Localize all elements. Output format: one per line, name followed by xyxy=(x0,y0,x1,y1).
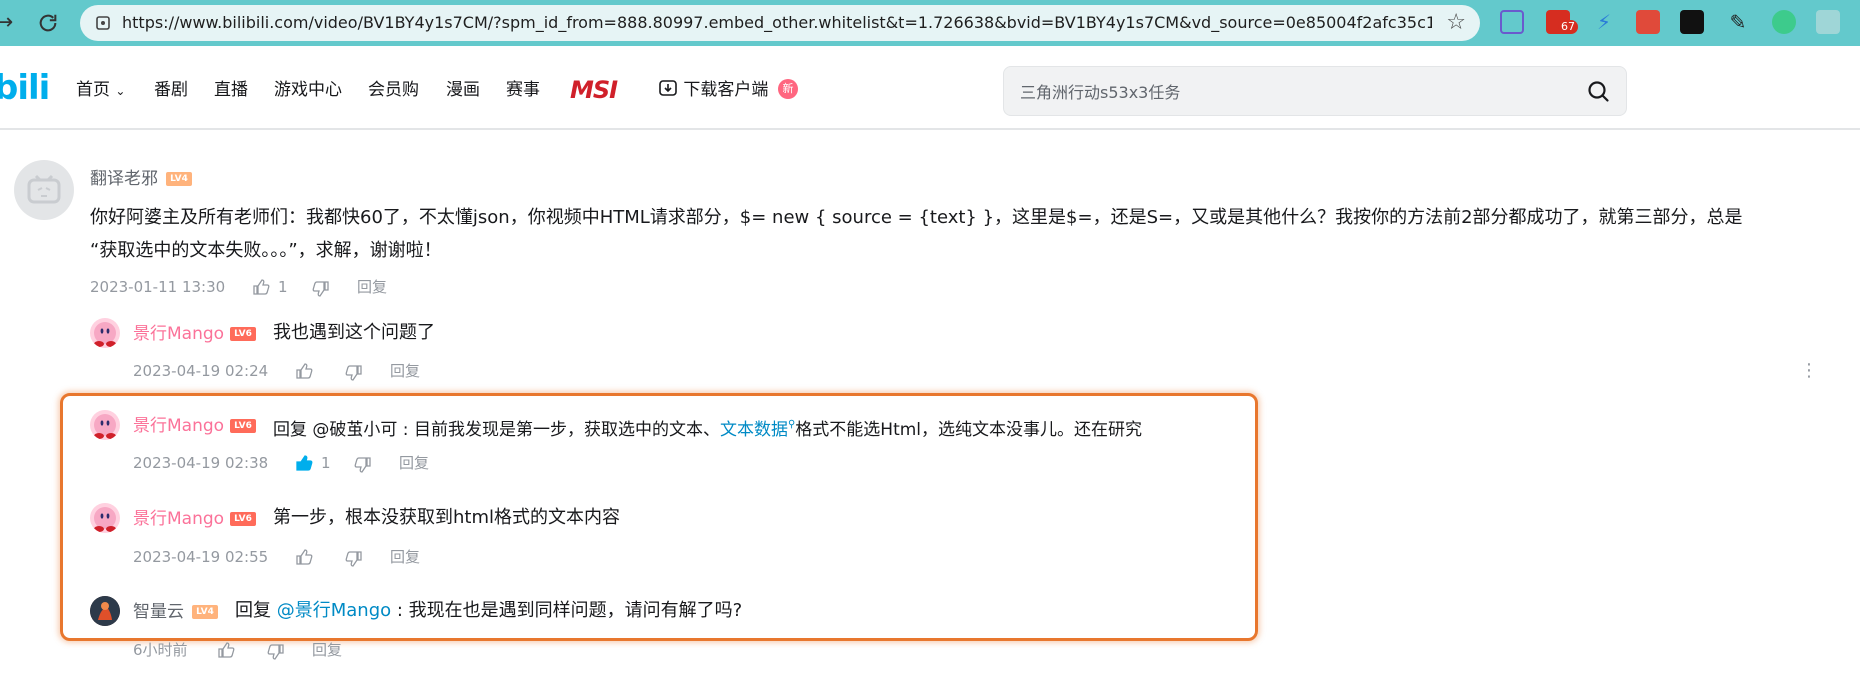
nav-esports[interactable]: 赛事 xyxy=(506,78,540,102)
dislike-icon[interactable] xyxy=(345,550,363,568)
dislike-icon[interactable] xyxy=(354,456,372,474)
avatar[interactable] xyxy=(14,160,74,220)
level-badge: LV4 xyxy=(166,172,192,186)
reply-text-part: 格式不能选Html，选纯文本没事儿。还在研究 xyxy=(795,420,1143,440)
more-options-icon[interactable]: ⋮ xyxy=(1800,362,1818,380)
nav-vip-shop[interactable]: 会员购 xyxy=(368,78,419,102)
level-badge: LV4 xyxy=(192,605,218,619)
site-header: bili 首页 ⌄ 番剧 直播 游戏中心 会员购 漫画 赛事 MSI 下载客户端… xyxy=(0,46,1860,130)
level-badge: LV6 xyxy=(230,327,256,341)
search-keyword-link[interactable]: 文本数据 xyxy=(720,420,788,440)
user-avatar-icon xyxy=(90,596,120,626)
bookmark-star-icon[interactable]: ☆ xyxy=(1446,11,1466,35)
comment-username[interactable]: 翻译老邪 xyxy=(90,167,158,191)
reply-button[interactable]: 回复 xyxy=(399,453,429,473)
reply-button[interactable]: 回复 xyxy=(357,277,387,297)
nav-anime[interactable]: 番剧 xyxy=(154,78,188,102)
download-client-link[interactable]: 下载客户端 xyxy=(658,78,768,102)
reply-text: 回复 @破茧小可 : 目前我发现是第一步，获取选中的文本、文本数据⚲格式不能选H… xyxy=(273,413,1142,442)
search-bar xyxy=(1003,66,1627,116)
reply-button[interactable]: 回复 xyxy=(312,640,342,660)
search-input[interactable] xyxy=(1020,80,1560,104)
pen-extension-icon[interactable]: ✎ xyxy=(1726,10,1750,34)
reply-username[interactable]: 景行Mango xyxy=(133,507,224,531)
like-icon[interactable] xyxy=(252,278,270,296)
avatar[interactable] xyxy=(90,410,120,440)
reply-text: 回复 @景行Mango : 我现在也是遇到同样问题，请问有解了吗? xyxy=(235,599,742,623)
reload-icon[interactable] xyxy=(34,9,62,37)
reply-prefix: 回复 @破茧小可 : xyxy=(273,420,409,440)
reply-time: 6小时前 xyxy=(133,641,188,659)
extension-icon[interactable] xyxy=(1500,10,1524,34)
like-icon[interactable] xyxy=(217,641,235,659)
reply-text-part: 目前我发现是第一步，获取选中的文本、 xyxy=(413,420,720,440)
avatar[interactable] xyxy=(90,318,120,348)
level-badge: LV6 xyxy=(230,419,256,433)
send-extension-icon[interactable] xyxy=(1680,10,1704,34)
browser-toolbar: → https://www.bilibili.com/video/BV1BY4y… xyxy=(0,0,1860,46)
reply-prefix: 回复 xyxy=(235,600,271,621)
lightning-extension-icon[interactable]: ⚡ xyxy=(1592,10,1616,34)
puzzle-extension-icon[interactable] xyxy=(1816,10,1840,34)
comment-text-line-2: “获取选中的文本失败。。。”，求解，谢谢啦！ xyxy=(90,240,442,261)
download-icon xyxy=(659,80,677,96)
address-bar[interactable]: https://www.bilibili.com/video/BV1BY4y1s… xyxy=(80,5,1480,41)
extension-badge: 67 xyxy=(1558,20,1578,34)
avatar[interactable] xyxy=(90,503,120,533)
nav-game-center[interactable]: 游戏中心 xyxy=(274,78,342,102)
forward-icon[interactable]: → xyxy=(0,9,18,37)
comment-time: 2023-01-11 13:30 xyxy=(90,278,226,296)
nav-live[interactable]: 直播 xyxy=(214,78,248,102)
reply-button[interactable]: 回复 xyxy=(390,547,420,567)
notes-extension-icon[interactable] xyxy=(1636,10,1660,34)
msi-event-logo[interactable]: MSI xyxy=(570,76,618,104)
reply-time: 2023-04-19 02:55 xyxy=(133,548,269,566)
reply-username[interactable]: 景行Mango xyxy=(133,322,224,346)
reply-text: 我也遇到这个问题了 xyxy=(273,322,435,343)
reply-username[interactable]: 景行Mango xyxy=(133,414,224,438)
reply-button[interactable]: 回复 xyxy=(390,361,420,381)
dislike-icon[interactable] xyxy=(267,643,285,661)
reply-text: 第一步，根本没获取到html格式的文本内容 xyxy=(273,507,620,528)
nav-manga[interactable]: 漫画 xyxy=(446,78,480,102)
reply-time: 2023-04-19 02:38 xyxy=(133,454,269,472)
kirby-avatar-icon xyxy=(94,414,116,439)
dislike-icon[interactable] xyxy=(345,364,363,382)
default-avatar-icon xyxy=(27,174,61,204)
nav-home[interactable]: 首页 ⌄ xyxy=(76,78,125,103)
new-badge: 新 xyxy=(778,79,798,99)
comment-text-line-1: 你好阿婆主及所有老师们：我都快60了，不太懂json，你视频中HTML请求部分，… xyxy=(90,207,1743,228)
kirby-avatar-icon xyxy=(94,507,116,532)
like-icon[interactable] xyxy=(295,362,313,380)
url-text[interactable]: https://www.bilibili.com/video/BV1BY4y1s… xyxy=(122,13,1432,33)
site-info-icon[interactable] xyxy=(94,14,112,32)
like-icon-active[interactable] xyxy=(295,454,313,472)
chevron-down-icon: ⌄ xyxy=(115,84,126,98)
search-icon[interactable] xyxy=(1586,79,1612,105)
reply-username[interactable]: 智量云 xyxy=(133,600,184,624)
avatar[interactable] xyxy=(90,596,120,626)
level-badge: LV6 xyxy=(230,512,256,526)
kirby-avatar-icon xyxy=(94,322,116,347)
bilibili-logo[interactable]: bili xyxy=(0,68,50,108)
like-icon[interactable] xyxy=(295,548,313,566)
like-count: 1 xyxy=(278,278,288,296)
smile-extension-icon[interactable] xyxy=(1772,10,1796,34)
reply-time: 2023-04-19 02:24 xyxy=(133,362,269,380)
mention-link[interactable]: @景行Mango xyxy=(277,600,391,621)
like-count: 1 xyxy=(321,454,331,472)
reply-text-part: : 我现在也是遇到同样问题，请问有解了吗? xyxy=(391,600,743,621)
extension-notify-icon[interactable]: 67 xyxy=(1546,10,1578,34)
dislike-icon[interactable] xyxy=(312,280,330,298)
